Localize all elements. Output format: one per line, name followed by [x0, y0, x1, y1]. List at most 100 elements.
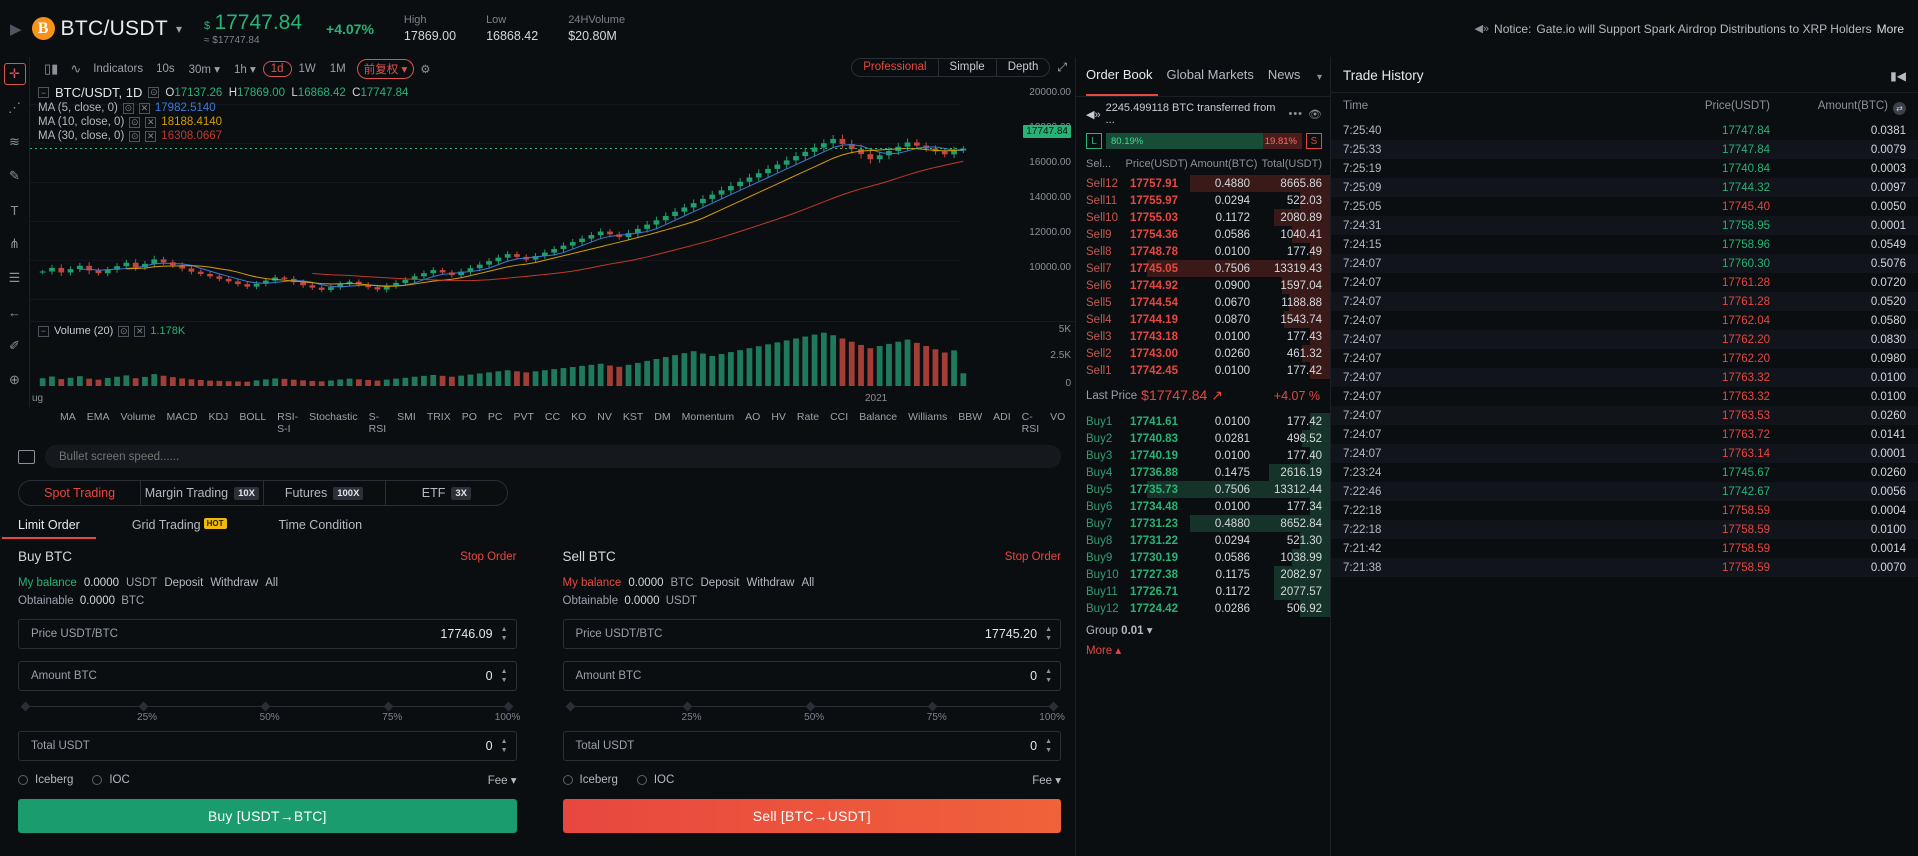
indicator-rsi-s-i[interactable]: RSI-S-I: [277, 411, 298, 435]
order-book-row[interactable]: Buy7 17731.23 0.4880 8652.84: [1076, 515, 1330, 532]
buy-price-field[interactable]: Price USDT/BTC 17746.09 ▲ ▼: [18, 619, 517, 649]
sell-slider-mark-100[interactable]: [1048, 701, 1059, 712]
tab-news[interactable]: News: [1268, 67, 1301, 88]
buy-all-link[interactable]: All: [265, 577, 278, 589]
sell-ioc-radio[interactable]: [636, 775, 647, 785]
tab-spot-trading[interactable]: Spot Trading: [19, 481, 142, 505]
tab-time-condition[interactable]: Time Condition: [279, 514, 363, 539]
buy-withdraw-link[interactable]: Withdraw: [210, 577, 258, 589]
indicator-bbw[interactable]: BBW: [958, 411, 982, 435]
candlestick-chart[interactable]: − BTC/USDT, 1D ⊙ O17137.26 H17869.00 L16…: [30, 81, 1075, 321]
indicator-balance[interactable]: Balance: [859, 411, 897, 435]
ma10-close-icon[interactable]: ✕: [145, 116, 157, 128]
tab-grid-trading[interactable]: Grid Trading HOT: [132, 514, 227, 539]
buy-iceberg-radio[interactable]: [18, 775, 28, 785]
indicator-kdj[interactable]: KDJ: [208, 411, 228, 435]
trendline-tool-icon[interactable]: ⋰: [4, 97, 26, 119]
indicator-volume[interactable]: Volume: [121, 411, 156, 435]
indicator-adi[interactable]: ADI: [993, 411, 1011, 435]
tab-etf[interactable]: ETF 3X: [386, 481, 507, 505]
indicator-ao[interactable]: AO: [745, 411, 760, 435]
order-book-row[interactable]: Sell9 17754.36 0.0586 1040.41: [1076, 226, 1330, 243]
indicators-button[interactable]: Indicators: [87, 61, 149, 77]
order-book-row[interactable]: Buy1 17741.61 0.0100 177.42: [1076, 413, 1330, 430]
line-style-icon[interactable]: ∿: [64, 61, 87, 77]
timeframe-30m[interactable]: 30m ▾: [182, 60, 227, 78]
ma10-settings-icon[interactable]: ⊙: [129, 116, 141, 128]
chart-settings-icon[interactable]: ⚙: [420, 62, 430, 76]
order-book-row[interactable]: Buy12 17724.42 0.0286 506.92: [1076, 600, 1330, 617]
ruler-tool-icon[interactable]: ✐: [4, 335, 26, 357]
order-book-row[interactable]: Buy9 17730.19 0.0586 1038.99: [1076, 549, 1330, 566]
indicator-pvt[interactable]: PVT: [514, 411, 534, 435]
order-book-row[interactable]: Sell7 17745.05 0.7506 13319.43: [1076, 260, 1330, 277]
buy-ioc-radio[interactable]: [92, 775, 103, 785]
order-book-row[interactable]: Sell4 17744.19 0.0870 1543.74: [1076, 311, 1330, 328]
panel-collapse-icon[interactable]: ▮◀: [1890, 69, 1906, 83]
ma30-close-icon[interactable]: ✕: [145, 130, 157, 142]
candlestick-style-icon[interactable]: ▯▮: [38, 61, 64, 77]
measure-tool-icon[interactable]: ☰: [4, 267, 26, 289]
sell-amount-stepper[interactable]: ▲ ▼: [1045, 668, 1052, 684]
timeframe-1h[interactable]: 1h ▾: [227, 60, 263, 78]
collapse-legend-icon[interactable]: −: [38, 87, 49, 98]
news-more-icon[interactable]: •••: [1288, 108, 1303, 120]
sell-fee-dropdown[interactable]: Fee ▾: [1032, 773, 1061, 787]
indicator-ko[interactable]: KO: [571, 411, 586, 435]
indicator-pc[interactable]: PC: [488, 411, 503, 435]
order-book-row[interactable]: Sell12 17757.91 0.4880 8665.86: [1076, 175, 1330, 192]
order-book-more-button[interactable]: More ▴: [1086, 643, 1320, 657]
sell-total-field[interactable]: Total USDT 0 ▲ ▼: [562, 731, 1061, 761]
order-book-row[interactable]: Sell3 17743.18 0.0100 177.43: [1076, 328, 1330, 345]
indicator-kst[interactable]: KST: [623, 411, 643, 435]
order-book-row[interactable]: Buy6 17734.48 0.0100 177.34: [1076, 498, 1330, 515]
buy-price-stepper[interactable]: ▲ ▼: [501, 626, 508, 642]
indicator-nv[interactable]: NV: [597, 411, 612, 435]
order-book-row[interactable]: Buy5 17735.73 0.7506 13312.44: [1076, 481, 1330, 498]
volume-settings-icon[interactable]: ⊙: [118, 325, 130, 337]
crosshair-tool-icon[interactable]: ✛: [3, 63, 26, 85]
notice-more-link[interactable]: More: [1877, 22, 1904, 36]
indicator-cci[interactable]: CCI: [830, 411, 848, 435]
indicator-s-rsi[interactable]: S-RSI: [369, 411, 387, 435]
legend-settings-icon[interactable]: ⊙: [148, 87, 160, 98]
expand-icon[interactable]: ⤢: [1057, 60, 1067, 75]
indicator-stochastic[interactable]: Stochastic: [309, 411, 357, 435]
arrow-tool-icon[interactable]: ←: [4, 301, 26, 323]
buy-stop-order-link[interactable]: Stop Order: [460, 551, 516, 563]
tab-order-book[interactable]: Order Book: [1086, 67, 1152, 88]
tab-margin-trading[interactable]: Margin Trading 10X: [141, 481, 264, 505]
order-book-row[interactable]: Sell2 17743.00 0.0260 461.32: [1076, 345, 1330, 362]
sell-amount-slider[interactable]: 25% 50% 75% 100%: [565, 701, 1065, 723]
eye-off-icon[interactable]: 👁: [1308, 108, 1322, 121]
buy-slider-mark-50[interactable]: [260, 701, 271, 712]
indicator-po[interactable]: PO: [462, 411, 477, 435]
bullet-screen-input[interactable]: [45, 445, 1061, 468]
indicator-momentum[interactable]: Momentum: [682, 411, 735, 435]
ma5-close-icon[interactable]: ✕: [138, 102, 150, 114]
sell-price-field[interactable]: Price USDT/BTC 17745.20 ▲ ▼: [562, 619, 1061, 649]
fib-tool-icon[interactable]: ≋: [4, 131, 26, 153]
buy-slider-handle[interactable]: [20, 701, 31, 712]
order-book-row[interactable]: Sell8 17748.78 0.0100 177.49: [1076, 243, 1330, 260]
sell-slider-mark-50[interactable]: [805, 701, 816, 712]
timeframe-1w[interactable]: 1W: [292, 61, 323, 77]
group-selector[interactable]: Group 0.01 ▾: [1086, 623, 1320, 637]
order-book-row[interactable]: Buy2 17740.83 0.0281 498.52: [1076, 430, 1330, 447]
indicator-trix[interactable]: TRIX: [427, 411, 451, 435]
view-mode-professional[interactable]: Professional: [852, 59, 939, 76]
sell-deposit-link[interactable]: Deposit: [701, 577, 740, 589]
indicator-c-rsi[interactable]: C-RSI: [1022, 411, 1040, 435]
indicator-ma[interactable]: MA: [60, 411, 76, 435]
buy-slider-mark-25[interactable]: [138, 701, 149, 712]
timeframe-1m[interactable]: 1M: [323, 61, 353, 77]
order-book-row[interactable]: Sell10 17755.03 0.1172 2080.89: [1076, 209, 1330, 226]
bullet-screen-icon[interactable]: [18, 449, 35, 464]
ma5-settings-icon[interactable]: ⊙: [122, 102, 134, 114]
indicator-ema[interactable]: EMA: [87, 411, 110, 435]
buy-slider-mark-75[interactable]: [383, 701, 394, 712]
indicator-cc[interactable]: CC: [545, 411, 560, 435]
indicator-smi[interactable]: SMI: [397, 411, 416, 435]
timeframe-10s[interactable]: 10s: [149, 61, 182, 77]
indicator-hv[interactable]: HV: [771, 411, 786, 435]
